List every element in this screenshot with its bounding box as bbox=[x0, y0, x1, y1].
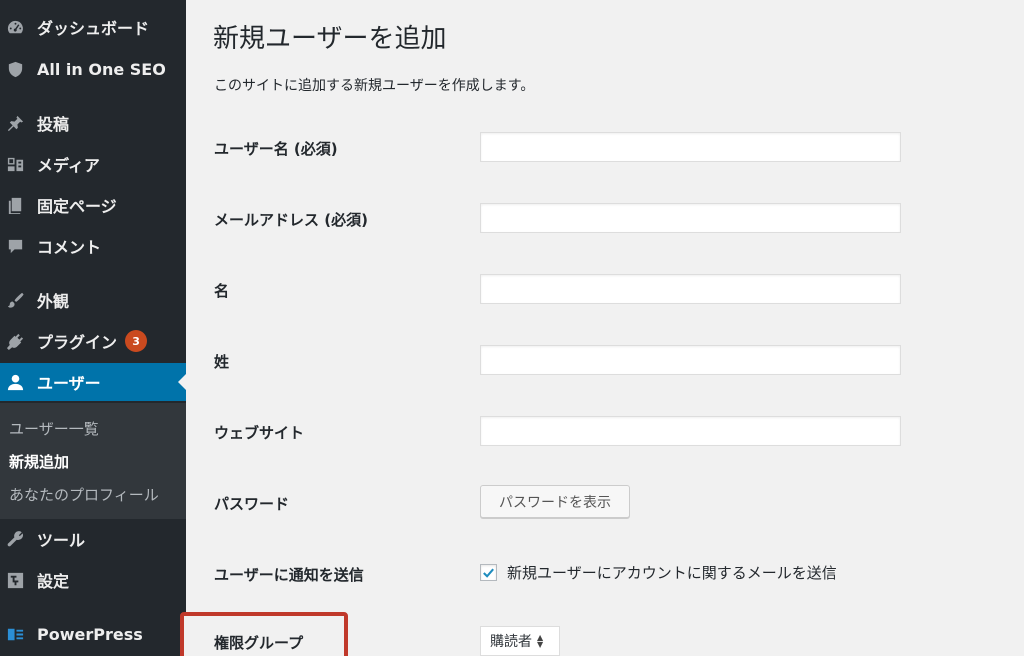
sidebar-item-label: All in One SEO bbox=[37, 59, 166, 79]
page-title: 新規ユーザーを追加 bbox=[213, 24, 447, 54]
sidebar-item-label: コメント bbox=[37, 238, 102, 257]
page-description: このサイトに追加する新規ユーザーを作成します。 bbox=[214, 78, 535, 94]
website-input[interactable] bbox=[480, 416, 901, 446]
send-notification-label: ユーザーに通知を送信 bbox=[214, 566, 364, 584]
sidebar-item-aioseo[interactable]: All in One SEO bbox=[0, 50, 186, 88]
sidebar-item-settings[interactable]: 設定 bbox=[0, 561, 186, 599]
submenu-item-add-new[interactable]: 新規追加 bbox=[9, 449, 69, 473]
role-select[interactable]: 購読者 ▲ ▼ bbox=[480, 626, 560, 656]
sidebar-item-appearance[interactable]: 外観 bbox=[0, 281, 186, 319]
show-password-button[interactable]: パスワードを表示 bbox=[480, 485, 630, 518]
first-name-input[interactable] bbox=[480, 274, 901, 304]
sidebar-item-label: 投稿 bbox=[37, 115, 70, 134]
admin-sidebar: ダッシュボード All in One SEO 投稿 メディア 固定ページ コメン… bbox=[0, 0, 186, 656]
checkmark-icon bbox=[483, 568, 494, 578]
brush-icon bbox=[5, 290, 25, 310]
sidebar-item-label: 外観 bbox=[37, 292, 70, 311]
last-name-input[interactable] bbox=[480, 345, 901, 375]
submenu-item-all-users[interactable]: ユーザー一覧 bbox=[9, 416, 99, 440]
sidebar-item-comments[interactable]: コメント bbox=[0, 227, 186, 265]
email-label: メールアドレス (必須) bbox=[214, 211, 368, 229]
sidebar-item-users[interactable]: ユーザー bbox=[0, 363, 186, 401]
update-count-badge: 3 bbox=[125, 330, 148, 352]
username-label: ユーザー名 (必須) bbox=[214, 140, 338, 158]
sidebar-item-dashboard[interactable]: ダッシュボード bbox=[0, 8, 186, 46]
sidebar-item-label: ツール bbox=[37, 531, 86, 550]
send-notification-checkbox[interactable] bbox=[480, 564, 497, 581]
sidebar-item-label: メディア bbox=[37, 156, 100, 175]
powerpress-icon bbox=[5, 624, 25, 644]
role-label: 権限グループ bbox=[214, 634, 304, 652]
sidebar-item-tools[interactable]: ツール bbox=[0, 520, 186, 558]
page-icon bbox=[5, 195, 25, 215]
email-input[interactable] bbox=[480, 203, 901, 233]
admin-window: ダッシュボード All in One SEO 投稿 メディア 固定ページ コメン… bbox=[0, 0, 1024, 656]
dashboard-icon bbox=[5, 17, 25, 37]
plugin-icon bbox=[5, 331, 25, 351]
users-submenu: ユーザー一覧 新規追加 あなたのプロフィール bbox=[0, 403, 186, 519]
sidebar-item-media[interactable]: メディア bbox=[0, 145, 186, 183]
main-content: 新規ユーザーを追加 このサイトに追加する新規ユーザーを作成します。 ユーザー名 … bbox=[180, 0, 1024, 656]
first-name-label: 名 bbox=[214, 282, 230, 300]
sidebar-item-label: ユーザー bbox=[37, 374, 101, 393]
sidebar-item-label: プラグイン bbox=[37, 333, 118, 352]
comment-icon bbox=[5, 236, 25, 256]
user-icon bbox=[5, 372, 25, 392]
sidebar-item-powerpress[interactable]: PowerPress bbox=[0, 615, 186, 653]
website-label: ウェブサイト bbox=[214, 424, 305, 442]
wrench-icon bbox=[5, 529, 25, 549]
sidebar-item-label: 設定 bbox=[37, 572, 70, 591]
submenu-item-your-profile[interactable]: あなたのプロフィール bbox=[9, 482, 159, 506]
password-label: パスワード bbox=[214, 495, 290, 513]
sidebar-item-plugins[interactable]: プラグイン 3 bbox=[0, 322, 186, 360]
media-icon bbox=[5, 154, 25, 174]
select-arrows-icon: ▲ ▼ bbox=[537, 633, 544, 649]
sidebar-item-pages[interactable]: 固定ページ bbox=[0, 186, 186, 224]
sidebar-item-label: PowerPress bbox=[37, 624, 143, 644]
pin-icon bbox=[5, 113, 25, 133]
sidebar-item-label: ダッシュボード bbox=[37, 19, 150, 38]
settings-icon bbox=[5, 570, 25, 590]
send-notification-text: 新規ユーザーにアカウントに関するメールを送信 bbox=[507, 564, 837, 582]
sidebar-item-label: 固定ページ bbox=[37, 197, 117, 216]
role-selected-value: 購読者 bbox=[490, 634, 532, 650]
last-name-label: 姓 bbox=[214, 353, 230, 371]
sidebar-item-posts[interactable]: 投稿 bbox=[0, 104, 186, 142]
shield-icon bbox=[5, 59, 25, 79]
username-input[interactable] bbox=[480, 132, 901, 162]
